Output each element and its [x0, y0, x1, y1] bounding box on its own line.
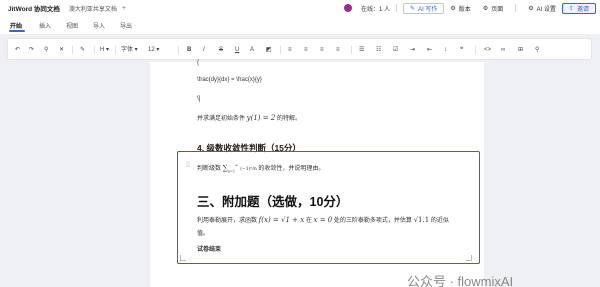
divider	[396, 4, 398, 12]
divider	[280, 46, 281, 54]
tab-view[interactable]: 视图	[66, 21, 78, 30]
document-tab[interactable]: 澳大利亚共享文档	[69, 4, 117, 13]
version-button[interactable]: ⚙ 版本	[444, 3, 476, 14]
chevron-down-icon: ▾	[104, 47, 110, 53]
online-status: 在线：1 人	[361, 6, 391, 13]
divider	[178, 46, 179, 54]
text-span: 并求满足初始条件	[197, 116, 247, 122]
page-button[interactable]: ⚙ 页面	[477, 3, 509, 14]
align-justify-icon[interactable]: ≡	[336, 46, 340, 54]
math-inline: y(1) = 2	[246, 114, 276, 122]
latex-line: \frac{dy}{dx} = \frac{x}{y}	[197, 77, 262, 83]
gear-icon: ⚙	[528, 5, 534, 12]
page-corner-mark	[466, 255, 472, 261]
chevron-down-icon: ▾	[154, 47, 160, 53]
font-size-select[interactable]: 12 ▾	[148, 46, 159, 54]
bg-color-icon[interactable]: ◩	[266, 46, 272, 54]
indent-icon[interactable]: ⇥	[410, 46, 415, 54]
pen-icon: ✎	[410, 5, 416, 12]
bullet-list-icon[interactable]: ☰	[359, 46, 364, 54]
app-name: JitWord 协同文档	[8, 6, 60, 13]
divider	[515, 4, 517, 12]
line-height-icon[interactable]: ↕	[444, 46, 447, 54]
task-list-icon[interactable]: ☑	[393, 46, 398, 54]
tab-insert[interactable]: 插入	[39, 21, 51, 30]
align-center-icon[interactable]: ≡	[304, 46, 308, 54]
font-family-select[interactable]: 字体 ▾	[121, 46, 138, 54]
divider	[475, 46, 476, 54]
divider	[115, 46, 116, 54]
font-size-value: 12	[148, 47, 155, 53]
highlight-icon[interactable]: ✎	[80, 46, 85, 54]
font-color-icon[interactable]: A	[250, 46, 254, 54]
gear-icon: ⚙	[450, 5, 456, 12]
undo-icon[interactable]: ↶	[15, 46, 20, 54]
divider	[94, 46, 95, 54]
quote-icon[interactable]: ❝	[460, 46, 463, 54]
text-span: 的特解。	[275, 116, 301, 122]
link-icon[interactable]: ∞	[501, 46, 505, 54]
code-icon[interactable]: <>	[484, 46, 491, 54]
ai-settings-label: AI 设置	[536, 6, 556, 13]
selection-highlight	[177, 151, 480, 264]
redo-icon[interactable]: ↷	[29, 46, 34, 54]
document-page[interactable]: { \frac{dy}{dx} = \frac{x}{y} \] 并求满足初始条…	[150, 60, 484, 287]
format-toolbar: ↶ ↷ ⚲ ✕ ✎ H ▾ 字体 ▾ 12 ▾ B I S U A ◩ ≡ ≡ …	[7, 38, 592, 60]
avatar[interactable]	[344, 4, 353, 12]
table-icon[interactable]: ⊞	[518, 46, 523, 54]
font-family-label: 字体	[121, 47, 134, 53]
ai-write-label: AI 写作	[418, 6, 438, 13]
menu-bar: 开始 插入 视图 导入 导出	[0, 16, 600, 34]
share-icon: ⇪	[568, 5, 574, 12]
bold-icon[interactable]: B	[187, 46, 191, 54]
chevron-down-icon: ▾	[133, 47, 138, 53]
new-tab-button[interactable]: +	[122, 5, 126, 12]
clear-format-icon[interactable]: ✕	[59, 46, 64, 54]
tab-import[interactable]: 导入	[93, 21, 105, 30]
share-button[interactable]: ⇪ 邀请	[561, 2, 596, 14]
version-label: 版本	[458, 6, 471, 13]
tab-start[interactable]: 开始	[10, 21, 22, 30]
align-right-icon[interactable]: ≡	[320, 46, 324, 54]
share-label: 邀请	[576, 6, 589, 13]
divider	[351, 46, 352, 54]
underline-icon[interactable]: U	[235, 46, 239, 54]
condition-paragraph: 并求满足初始条件 y(1) = 2 的特解。	[197, 113, 301, 122]
heading-select[interactable]: H ▾	[100, 46, 109, 54]
strikethrough-icon[interactable]: S	[219, 46, 223, 54]
italic-icon[interactable]: I	[203, 46, 205, 54]
ai-settings-button[interactable]: ⚙ AI 设置	[522, 3, 562, 14]
search-icon[interactable]: ⚲	[535, 46, 539, 54]
format-painter-icon[interactable]: ⚲	[44, 46, 48, 54]
title-bar: JitWord 协同文档 澳大利亚共享文档 + 在线：1 人 ✎ AI 写作 ⚙ 版…	[0, 0, 600, 16]
brace-line: {	[197, 60, 200, 66]
align-left-icon[interactable]: ≡	[288, 46, 292, 54]
ordered-list-icon[interactable]: ☷	[376, 46, 381, 54]
page-corner-mark	[180, 255, 186, 261]
gear-icon: ⚙	[482, 5, 489, 12]
ai-write-button[interactable]: ✎ AI 写作	[403, 2, 445, 14]
active-tab-indicator	[9, 30, 25, 32]
tab-export[interactable]: 导出	[120, 21, 132, 30]
latex-close-line: \]	[197, 96, 201, 102]
page-label: 页面	[491, 6, 504, 13]
outdent-icon[interactable]: ⇤	[427, 46, 432, 54]
watermark: 公众号 · flowmixAI	[407, 274, 514, 287]
divider	[72, 46, 73, 54]
